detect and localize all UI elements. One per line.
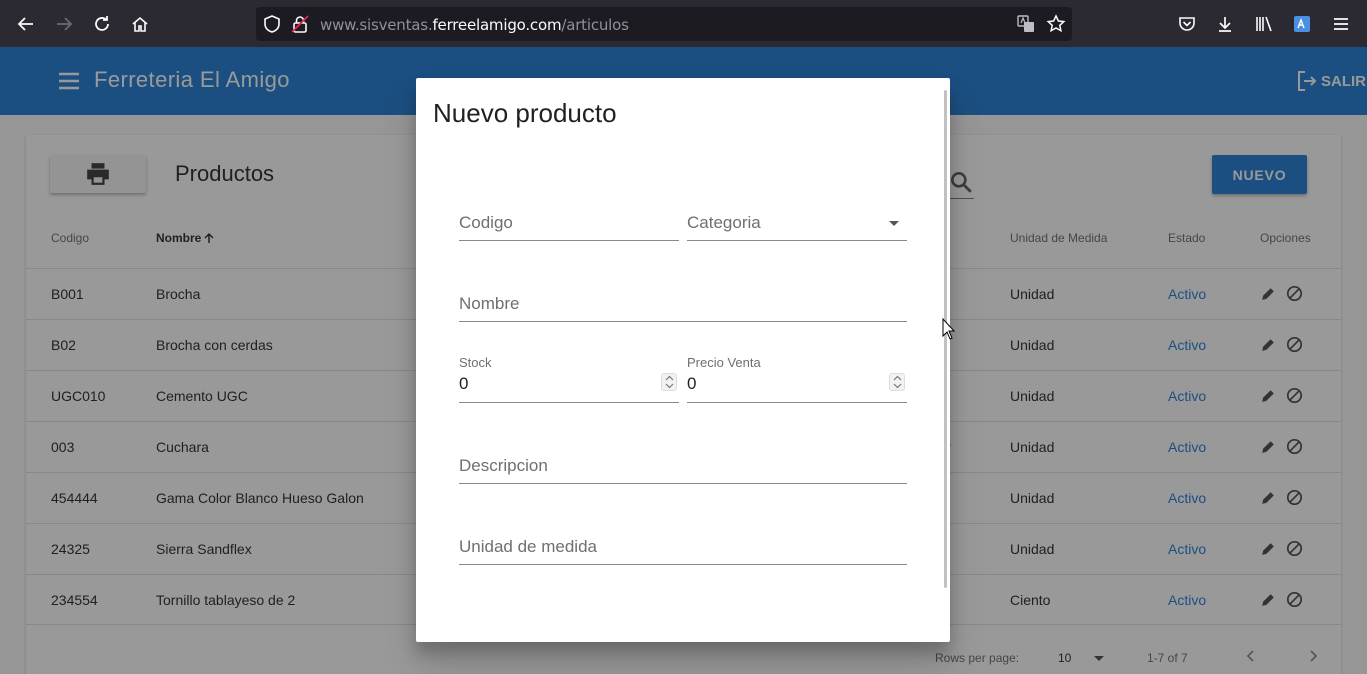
shield-icon[interactable]: [262, 14, 282, 34]
unidad-placeholder: Unidad de medida: [459, 537, 597, 556]
url-path: /articulos: [561, 16, 629, 34]
precio-venta-field[interactable]: Precio Venta 0: [687, 355, 907, 403]
translate-icon[interactable]: [1016, 14, 1036, 34]
stock-spinner[interactable]: [661, 373, 677, 391]
insecure-lock-icon[interactable]: [290, 14, 310, 34]
categoria-select[interactable]: Categoria: [687, 202, 907, 241]
descripcion-field[interactable]: Descripcion: [459, 445, 907, 484]
stock-label: Stock: [459, 355, 492, 370]
precio-value: 0: [687, 374, 697, 393]
url-text[interactable]: www.sisventas.ferreelamigo.com/articulos: [320, 16, 629, 34]
stock-field[interactable]: Stock 0: [459, 355, 679, 403]
hamburger-menu-icon[interactable]: [1329, 12, 1353, 36]
back-arrow-icon[interactable]: [14, 12, 38, 36]
url-domain: ferreelamigo.com: [432, 16, 562, 34]
precio-label: Precio Venta: [687, 355, 761, 370]
url-bar[interactable]: www.sisventas.ferreelamigo.com/articulos: [256, 7, 1072, 41]
translate-extension-icon[interactable]: [1290, 12, 1314, 36]
home-icon[interactable]: [128, 12, 152, 36]
new-product-dialog: Nuevo producto Codigo Categoria Nombre S…: [416, 78, 950, 642]
dropdown-arrow-icon: [889, 221, 899, 226]
download-icon[interactable]: [1213, 12, 1237, 36]
nombre-field[interactable]: Nombre: [459, 283, 907, 322]
codigo-placeholder: Codigo: [459, 213, 513, 232]
forward-arrow-icon[interactable]: [52, 12, 76, 36]
unidad-medida-field[interactable]: Unidad de medida: [459, 526, 907, 565]
spinner-arrows-icon: [893, 375, 901, 389]
url-prefix: www.sisventas.: [320, 16, 433, 34]
bookmark-star-icon[interactable]: [1046, 14, 1066, 34]
reload-icon[interactable]: [90, 12, 114, 36]
stock-value: 0: [459, 374, 469, 393]
nombre-placeholder: Nombre: [459, 294, 520, 313]
descripcion-placeholder: Descripcion: [459, 456, 548, 475]
spinner-arrows-icon: [665, 375, 673, 389]
library-icon[interactable]: [1252, 12, 1276, 36]
precio-spinner[interactable]: [889, 373, 905, 391]
browser-toolbar: www.sisventas.ferreelamigo.com/articulos: [0, 0, 1367, 47]
categoria-placeholder: Categoria: [687, 213, 761, 232]
pocket-icon[interactable]: [1175, 12, 1199, 36]
dialog-title: Nuevo producto: [433, 98, 617, 128]
codigo-field[interactable]: Codigo: [459, 202, 679, 241]
mouse-cursor-icon: [942, 317, 956, 340]
